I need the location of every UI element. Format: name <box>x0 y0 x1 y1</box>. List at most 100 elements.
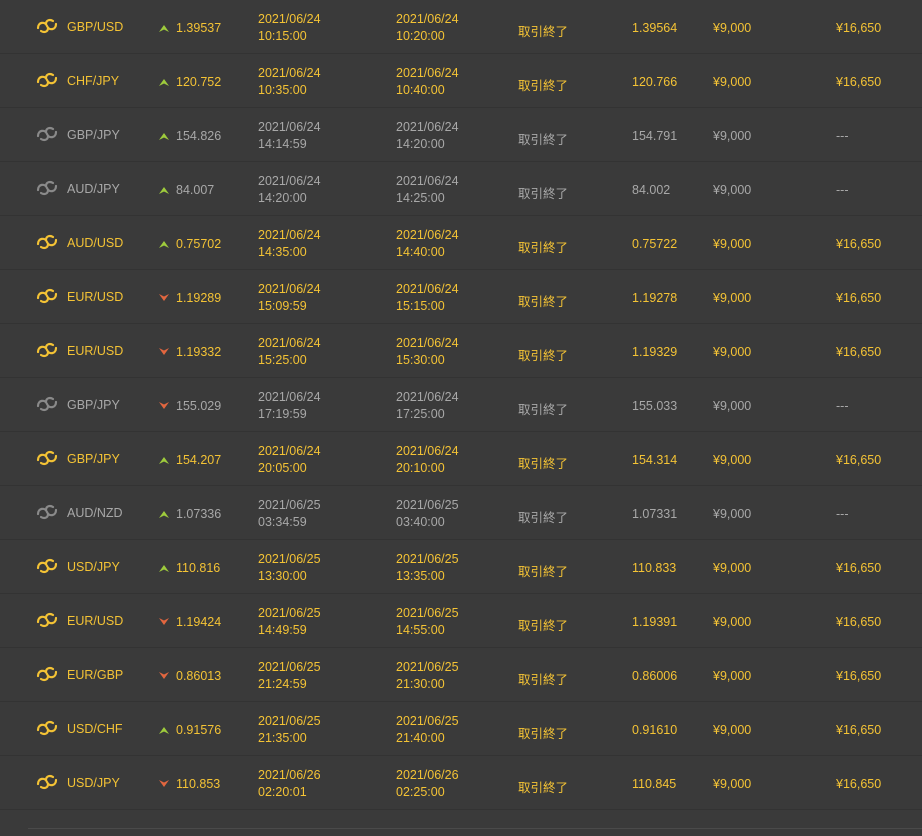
entry-time: 03:34:59 <box>258 515 307 529</box>
trade-row[interactable]: GBP/JPY 154.207 2021/06/24 20:05:00 2021… <box>0 432 922 486</box>
exit-rate: 1.19278 <box>632 291 678 305</box>
entry-time: 14:14:59 <box>258 137 307 151</box>
trade-row[interactable]: EUR/USD 1.19332 2021/06/24 15:25:00 2021… <box>0 324 922 378</box>
exit-date: 2021/06/24 <box>396 12 459 26</box>
low-arrow-icon <box>159 348 169 355</box>
entry-datetime: 2021/06/25 14:49:59 <box>258 605 321 639</box>
trade-status: 取引終了 <box>518 781 569 795</box>
currency-pair: USD/CHF <box>67 722 123 736</box>
currency-exchange-icon <box>36 504 58 520</box>
currency-pair: USD/JPY <box>67 560 120 574</box>
exit-date: 2021/06/24 <box>396 282 459 296</box>
entry-rate: 154.826 <box>176 129 222 143</box>
high-arrow-icon <box>159 511 169 518</box>
high-arrow-icon <box>159 727 169 734</box>
trade-row[interactable]: EUR/GBP 0.86013 2021/06/25 21:24:59 2021… <box>0 648 922 702</box>
purchase-amount: ¥9,000 <box>713 291 752 305</box>
exit-datetime: 2021/06/25 14:55:00 <box>396 605 459 639</box>
currency-exchange-icon <box>36 450 58 466</box>
entry-datetime: 2021/06/25 13:30:00 <box>258 551 321 585</box>
exit-date: 2021/06/25 <box>396 552 459 566</box>
exit-time: 10:40:00 <box>396 83 445 97</box>
currency-pair: GBP/JPY <box>67 128 120 142</box>
currency-exchange-icon <box>36 72 58 88</box>
currency-pair: GBP/JPY <box>67 452 120 466</box>
purchase-amount: ¥9,000 <box>713 723 752 737</box>
entry-time: 10:35:00 <box>258 83 307 97</box>
payout-amount: ¥16,650 <box>836 723 882 737</box>
exit-datetime: 2021/06/25 21:40:00 <box>396 713 459 747</box>
exit-time: 14:40:00 <box>396 245 445 259</box>
purchase-amount: ¥9,000 <box>713 345 752 359</box>
exit-datetime: 2021/06/24 15:30:00 <box>396 335 459 369</box>
trade-row[interactable]: CHF/JPY 120.752 2021/06/24 10:35:00 2021… <box>0 54 922 108</box>
trade-row[interactable]: GBP/USD 1.39537 2021/06/24 10:15:00 2021… <box>0 0 922 54</box>
trade-row[interactable]: AUD/NZD 1.07336 2021/06/25 03:34:59 2021… <box>0 486 922 540</box>
payout-amount: --- <box>836 507 849 521</box>
trade-status: 取引終了 <box>518 187 569 201</box>
high-arrow-icon <box>159 241 169 248</box>
entry-time: 10:15:00 <box>258 29 307 43</box>
high-arrow-icon <box>159 133 169 140</box>
entry-datetime: 2021/06/24 20:05:00 <box>258 443 321 477</box>
entry-time: 14:49:59 <box>258 623 307 637</box>
entry-time: 14:35:00 <box>258 245 307 259</box>
exit-time: 14:20:00 <box>396 137 445 151</box>
currency-exchange-icon <box>36 720 58 736</box>
trade-status: 取引終了 <box>518 673 569 687</box>
trade-row[interactable]: USD/JPY 110.853 2021/06/26 02:20:01 2021… <box>0 756 922 810</box>
exit-date: 2021/06/25 <box>396 498 459 512</box>
exit-time: 15:15:00 <box>396 299 445 313</box>
trade-row[interactable]: EUR/USD 1.19424 2021/06/25 14:49:59 2021… <box>0 594 922 648</box>
currency-pair: EUR/USD <box>67 344 124 358</box>
payout-amount: ¥16,650 <box>836 561 882 575</box>
entry-date: 2021/06/25 <box>258 660 321 674</box>
currency-exchange-icon <box>36 666 58 682</box>
trade-row[interactable]: USD/CHF 0.91576 2021/06/25 21:35:00 2021… <box>0 702 922 756</box>
trade-status: 取引終了 <box>518 565 569 579</box>
exit-date: 2021/06/24 <box>396 390 459 404</box>
exit-rate: 120.766 <box>632 75 678 89</box>
payout-amount: ¥16,650 <box>836 777 882 791</box>
entry-date: 2021/06/25 <box>258 498 321 512</box>
entry-date: 2021/06/24 <box>258 390 321 404</box>
entry-rate: 1.19424 <box>176 615 222 629</box>
exit-datetime: 2021/06/24 10:20:00 <box>396 11 459 45</box>
entry-date: 2021/06/24 <box>258 228 321 242</box>
entry-date: 2021/06/24 <box>258 120 321 134</box>
trade-row[interactable]: GBP/JPY 155.029 2021/06/24 17:19:59 2021… <box>0 378 922 432</box>
exit-time: 14:25:00 <box>396 191 445 205</box>
trade-row[interactable]: USD/JPY 110.816 2021/06/25 13:30:00 2021… <box>0 540 922 594</box>
payout-amount: ¥16,650 <box>836 291 882 305</box>
entry-rate: 84.007 <box>176 183 215 197</box>
trade-row[interactable]: AUD/USD 0.75702 2021/06/24 14:35:00 2021… <box>0 216 922 270</box>
entry-date: 2021/06/24 <box>258 66 321 80</box>
trade-status: 取引終了 <box>518 349 569 363</box>
currency-exchange-icon <box>36 342 58 358</box>
low-arrow-icon <box>159 294 169 301</box>
exit-time: 20:10:00 <box>396 461 445 475</box>
exit-rate: 0.86006 <box>632 669 678 683</box>
trade-row[interactable]: EUR/USD 1.19289 2021/06/24 15:09:59 2021… <box>0 270 922 324</box>
exit-time: 03:40:00 <box>396 515 445 529</box>
high-arrow-icon <box>159 457 169 464</box>
exit-rate: 0.91610 <box>632 723 678 737</box>
payout-amount: ¥16,650 <box>836 669 882 683</box>
exit-date: 2021/06/25 <box>396 660 459 674</box>
currency-exchange-icon <box>36 180 58 196</box>
entry-date: 2021/06/24 <box>258 174 321 188</box>
entry-datetime: 2021/06/24 14:20:00 <box>258 173 321 207</box>
trade-row[interactable]: GBP/JPY 154.826 2021/06/24 14:14:59 2021… <box>0 108 922 162</box>
purchase-amount: ¥9,000 <box>713 453 752 467</box>
trade-status: 取引終了 <box>518 619 569 633</box>
currency-exchange-icon <box>36 18 58 34</box>
exit-datetime: 2021/06/25 03:40:00 <box>396 497 459 531</box>
entry-date: 2021/06/25 <box>258 606 321 620</box>
payout-amount: --- <box>836 399 849 413</box>
purchase-amount: ¥9,000 <box>713 777 752 791</box>
exit-datetime: 2021/06/25 13:35:00 <box>396 551 459 585</box>
trade-row[interactable]: AUD/JPY 84.007 2021/06/24 14:20:00 2021/… <box>0 162 922 216</box>
exit-time: 15:30:00 <box>396 353 445 367</box>
low-arrow-icon <box>159 618 169 625</box>
payout-amount: ¥16,650 <box>836 75 882 89</box>
